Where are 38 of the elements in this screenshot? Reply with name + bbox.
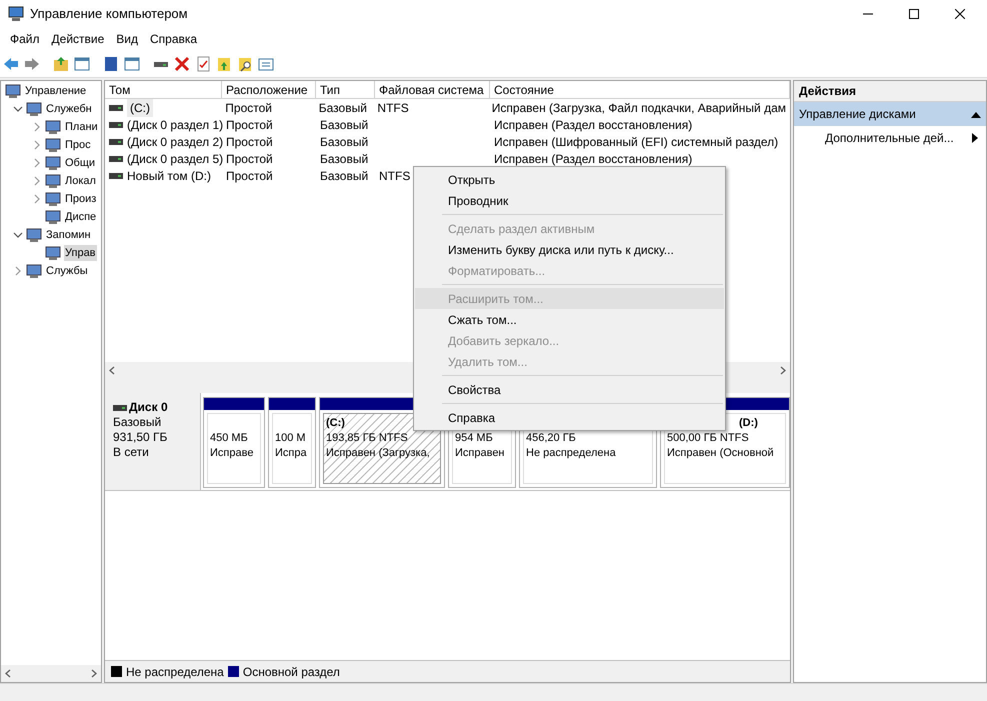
actions-title: Действия: [794, 81, 986, 102]
table-cell-text: Исправен (Раздел восстановления): [494, 150, 692, 168]
table-cell-text: Базовый: [320, 116, 368, 134]
table-cell-text: Простой: [226, 168, 273, 184]
partition-text: Исправен (Основной: [667, 446, 775, 461]
partition-text: 450 МБ: [210, 431, 249, 446]
table-cell-text: Базовый: [318, 100, 367, 116]
disk-status: В сети: [113, 445, 150, 460]
table-cell-text: Простой: [225, 100, 272, 116]
table-cell-text: Базовый: [320, 150, 368, 168]
table-cell-text: Исправен (Шифрованный (EFI) системный раздел): [494, 134, 778, 150]
table-cell-text: Базовый: [320, 168, 368, 184]
disk-type: Базовый: [113, 415, 162, 430]
table-cell-text: Базовый: [320, 134, 368, 150]
partition-text: Исправен (Загрузка,: [326, 446, 431, 461]
partition-label: (C:): [326, 416, 346, 431]
legend-label: Основной раздел: [242, 664, 340, 680]
table-cell-text: Простой: [226, 150, 273, 168]
partition-text: 193,85 ГБ NTFS: [326, 431, 409, 446]
partition-text: 954 МБ: [455, 431, 494, 446]
table-cell-text: Исправен (Загрузка, Файл подкачки, Аварийный дам: [492, 100, 786, 116]
table-cell-text: NTFS: [377, 100, 409, 116]
partition-text: Испра: [275, 446, 308, 461]
table-cell-text: Простой: [226, 116, 273, 134]
partition-text: Не распределена: [526, 446, 617, 461]
partition-text: Исправе: [210, 446, 254, 461]
partition-label: (D:): [738, 416, 759, 431]
window-title: Управление компьютером: [30, 5, 188, 24]
disk-name: Диск 0: [129, 400, 168, 415]
table-cell-text: NTFS: [379, 168, 410, 184]
partition-text: Исправен: [455, 446, 506, 461]
partition-text: 500,00 ГБ NTFS: [667, 431, 750, 446]
legend-label: Не распределена: [126, 664, 224, 680]
partition-text: 456,20 ГБ: [526, 431, 577, 446]
table-cell-text: Простой: [226, 134, 273, 150]
table-cell-text: Исправен (Раздел восстановления): [494, 116, 692, 134]
partition-text: 100 М: [275, 431, 307, 446]
disk-size: 931,50 ГБ: [113, 430, 168, 445]
